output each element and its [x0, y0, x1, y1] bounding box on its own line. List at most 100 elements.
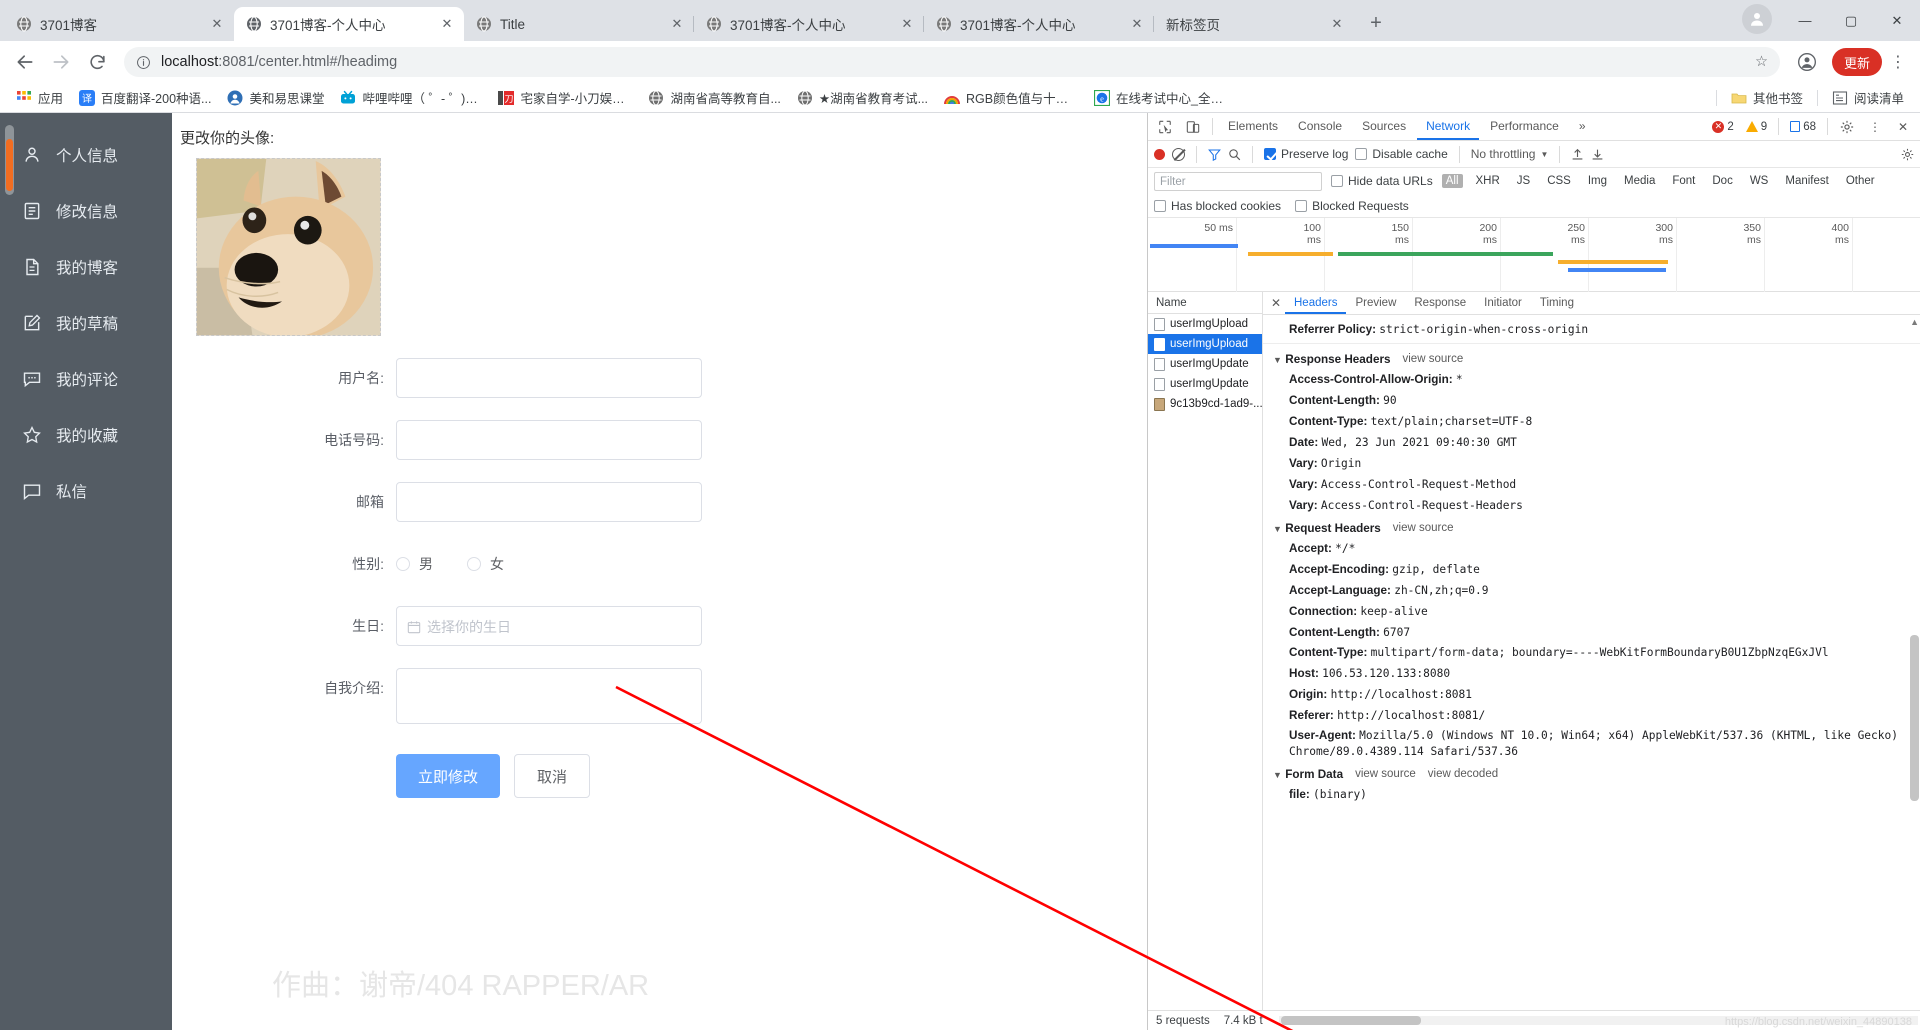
other-bookmarks-folder[interactable]: 其他书签 [1723, 85, 1811, 110]
sidebar-item-my-favorites[interactable]: 我的收藏 [0, 407, 172, 463]
preserve-log-checkbox[interactable]: Preserve log [1264, 147, 1348, 161]
maximize-button[interactable]: ▢ [1828, 0, 1874, 41]
cancel-button[interactable]: 取消 [514, 754, 591, 798]
request-row[interactable]: userImgUpdate [1148, 354, 1262, 374]
disable-cache-checkbox[interactable]: Disable cache [1355, 147, 1448, 161]
view-source-link[interactable]: view source [1403, 353, 1464, 365]
avatar-upload-box[interactable] [196, 158, 381, 336]
back-button[interactable] [8, 45, 42, 79]
view-source-link[interactable]: view source [1393, 522, 1454, 534]
close-window-button[interactable]: ✕ [1874, 0, 1920, 41]
throttling-dropdown[interactable]: No throttling ▼ [1471, 147, 1549, 161]
request-row-selected[interactable]: userImgUpload [1148, 334, 1262, 354]
page-scrollbar[interactable] [5, 125, 14, 195]
gear-icon[interactable] [1901, 148, 1914, 161]
sidebar-item-my-blog[interactable]: 我的博客 [0, 239, 172, 295]
tab-close-icon[interactable]: ✕ [438, 15, 456, 33]
phone-input[interactable] [396, 420, 702, 460]
forward-button[interactable] [44, 45, 78, 79]
sidebar-item-my-draft[interactable]: 我的草稿 [0, 295, 172, 351]
devtools-settings-button[interactable] [1834, 115, 1860, 139]
bookmark-star-icon[interactable]: ☆ [1755, 54, 1768, 70]
new-tab-button[interactable]: + [1360, 7, 1392, 39]
request-headers-section[interactable]: ▼ Request Headers view source [1263, 516, 1920, 538]
filter-type-img[interactable]: Img [1584, 174, 1611, 188]
filter-type-font[interactable]: Font [1668, 174, 1699, 188]
chrome-menu-button[interactable]: ⋮ [1884, 45, 1912, 79]
detail-tab-initiator[interactable]: Initiator [1475, 292, 1531, 314]
filter-type-css[interactable]: CSS [1543, 174, 1575, 188]
devtools-close-button[interactable]: ✕ [1890, 115, 1916, 139]
filter-input[interactable]: Filter [1154, 171, 1322, 191]
filter-type-xhr[interactable]: XHR [1472, 174, 1504, 188]
filter-type-doc[interactable]: Doc [1708, 174, 1736, 188]
detail-tab-response[interactable]: Response [1405, 292, 1475, 314]
filter-type-manifest[interactable]: Manifest [1781, 174, 1832, 188]
bookmark-item[interactable]: 刀 宅家自学-小刀娱乐... [490, 85, 640, 110]
browser-tab[interactable]: 新标签页 ✕ [1153, 7, 1354, 41]
error-count[interactable]: ✕ 2 [1707, 120, 1738, 134]
update-button[interactable]: 更新 [1831, 48, 1882, 76]
sidebar-item-my-comments[interactable]: 我的评论 [0, 351, 172, 407]
username-input[interactable] [396, 358, 702, 398]
browser-tab[interactable]: Title ✕ [464, 7, 694, 41]
bookmark-item[interactable]: ★湖南省教育考试... [789, 85, 936, 110]
browser-tab[interactable]: 3701博客-个人中心 ✕ [923, 7, 1154, 41]
inspect-icon[interactable] [1152, 115, 1178, 139]
devtools-tab-sources[interactable]: Sources [1353, 113, 1415, 140]
devtools-tab-console[interactable]: Console [1289, 113, 1351, 140]
minimize-button[interactable]: — [1782, 0, 1828, 41]
devtools-tab-elements[interactable]: Elements [1219, 113, 1287, 140]
devtools-tab-overflow[interactable]: » [1570, 113, 1595, 140]
message-count[interactable]: 68 [1785, 120, 1821, 134]
submit-button[interactable]: 立即修改 [396, 754, 501, 798]
bookmark-item[interactable]: 美和易思课堂 [219, 85, 332, 110]
devtools-tab-performance[interactable]: Performance [1481, 113, 1568, 140]
detail-tab-timing[interactable]: Timing [1531, 292, 1583, 314]
view-decoded-link[interactable]: view decoded [1428, 768, 1498, 780]
scrollbar-thumb[interactable] [1280, 1016, 1422, 1025]
sidebar-item-modify-info[interactable]: 修改信息 [0, 183, 172, 239]
profile-button[interactable] [1790, 45, 1824, 79]
browser-tab[interactable]: 3701博客-个人中心 ✕ [693, 7, 924, 41]
has-blocked-cookies-checkbox[interactable]: Has blocked cookies [1154, 199, 1281, 213]
tab-close-icon[interactable]: ✕ [1128, 15, 1146, 33]
request-row[interactable]: 9c13b9cd-1ad9-... [1148, 394, 1262, 414]
view-source-link[interactable]: view source [1355, 768, 1416, 780]
filter-type-other[interactable]: Other [1842, 174, 1879, 188]
reload-button[interactable] [80, 45, 114, 79]
tab-close-icon[interactable]: ✕ [208, 15, 226, 33]
sidebar-item-private-message[interactable]: 私信 [0, 463, 172, 519]
bookmark-apps[interactable]: 应用 [8, 85, 71, 110]
hide-data-urls-checkbox[interactable]: Hide data URLs [1331, 174, 1433, 188]
record-icon[interactable] [1154, 148, 1165, 160]
response-headers-section[interactable]: ▼ Response Headers view source [1263, 347, 1920, 369]
filter-type-all[interactable]: All [1441, 174, 1463, 188]
tab-close-icon[interactable]: ✕ [1328, 15, 1346, 33]
scrollbar-thumb[interactable] [6, 139, 13, 191]
sidebar-item-personal-info[interactable]: 个人信息 [0, 127, 172, 183]
gender-option-female[interactable]: 女 [467, 544, 504, 584]
export-icon[interactable] [1591, 148, 1604, 161]
bookmark-item[interactable]: RGB颜色值与十六... [936, 85, 1086, 110]
bookmark-item[interactable]: 哔哩哔哩（ ゜- ゜)つ... [332, 85, 490, 110]
site-info-icon[interactable] [136, 55, 151, 70]
bookmark-item[interactable]: 译 百度翻译-200种语... [71, 85, 219, 110]
form-data-section[interactable]: ▼ Form Data view source view decoded [1263, 762, 1920, 784]
email-input[interactable] [396, 482, 702, 522]
detail-scrollbar[interactable]: ▲ [1910, 317, 1919, 1008]
filter-type-js[interactable]: JS [1513, 174, 1534, 188]
profile-avatar[interactable] [1742, 3, 1772, 34]
reading-list-button[interactable]: 阅读清单 [1824, 85, 1912, 110]
scrollbar-thumb[interactable] [1910, 634, 1919, 801]
detail-tab-headers[interactable]: Headers [1285, 292, 1347, 314]
address-bar[interactable]: localhost:8081/center.html#/headimg ☆ [124, 47, 1780, 77]
request-row[interactable]: userImgUpdate [1148, 374, 1262, 394]
network-timeline[interactable]: 50 ms 100 ms 150 ms 200 ms 250 ms 300 ms… [1148, 218, 1920, 292]
browser-tab[interactable]: 3701博客 ✕ [4, 7, 234, 41]
warning-count[interactable]: 9 [1741, 120, 1772, 134]
tab-close-icon[interactable]: ✕ [898, 15, 916, 33]
tab-close-icon[interactable]: ✕ [668, 15, 686, 33]
funnel-icon[interactable] [1208, 148, 1221, 161]
bookmark-item[interactable]: e 在线考试中心_全真... [1086, 85, 1236, 110]
